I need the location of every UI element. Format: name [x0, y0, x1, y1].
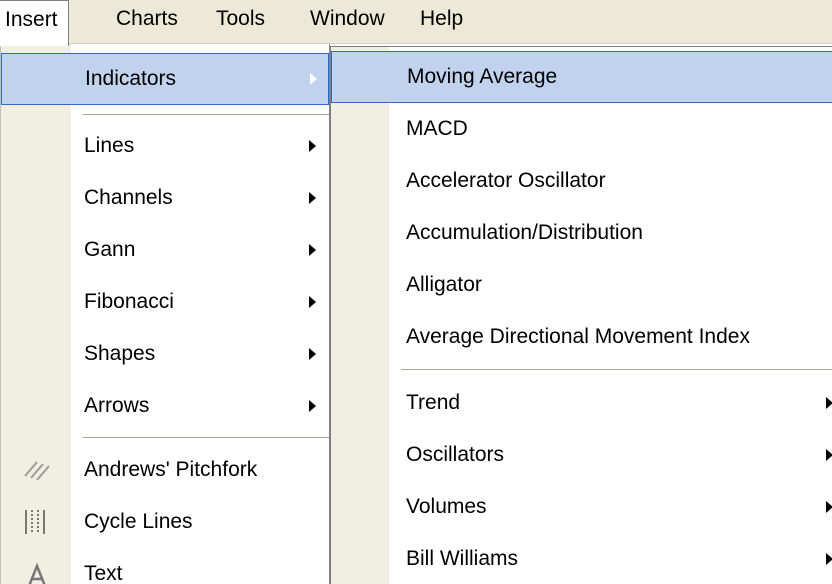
submenu-arrow-icon: [309, 140, 316, 152]
submenu-item-trend[interactable]: Trend: [331, 377, 832, 429]
submenu-item-label: Oscillators: [406, 443, 505, 466]
submenu-item-volumes[interactable]: Volumes: [331, 481, 832, 533]
submenu-arrow-icon: [309, 400, 316, 412]
menu-item-label: Arrows: [84, 394, 150, 417]
menu-item-text[interactable]: Text: [1, 548, 329, 584]
submenu-arrow-icon: [309, 244, 316, 256]
insert-menu: Indicators Lines Channels Gann Fibonacci…: [0, 44, 330, 584]
submenu-item-macd[interactable]: MACD: [331, 103, 832, 155]
menu-item-arrows[interactable]: Arrows: [1, 380, 329, 432]
menu-insert[interactable]: Insert: [0, 0, 69, 46]
submenu-item-label: Accelerator Oscillator: [406, 169, 606, 192]
menu-item-indicators[interactable]: Indicators: [1, 53, 329, 105]
submenu-item-label: MACD: [406, 117, 468, 140]
menu-item-label: Gann: [84, 238, 136, 261]
menu-item-lines[interactable]: Lines: [1, 120, 329, 172]
menu-tools[interactable]: Tools: [206, 0, 275, 44]
submenu-item-label: Trend: [406, 391, 461, 414]
menu-item-label: Indicators: [85, 67, 177, 90]
pitchfork-icon: [21, 454, 53, 486]
submenu-arrow-icon: [826, 501, 832, 513]
menu-item-label: Cycle Lines: [84, 510, 193, 533]
submenu-item-label: Alligator: [406, 273, 482, 296]
menu-window[interactable]: Window: [300, 0, 395, 44]
menu-item-fibonacci[interactable]: Fibonacci: [1, 276, 329, 328]
submenu-arrow-icon: [826, 553, 832, 565]
cycle-lines-icon: [21, 506, 53, 538]
submenu-item-oscillators[interactable]: Oscillators: [331, 429, 832, 481]
submenu-item-alligator[interactable]: Alligator: [331, 259, 832, 311]
menu-item-label: Lines: [84, 134, 135, 157]
submenu-arrow-icon: [310, 73, 317, 85]
menu-separator: [83, 114, 329, 116]
menu-bar: Insert Charts Tools Window Help: [0, 0, 832, 46]
menu-item-shapes[interactable]: Shapes: [1, 328, 329, 380]
menu-separator: [83, 437, 329, 439]
submenu-arrow-icon: [309, 296, 316, 308]
menu-help[interactable]: Help: [410, 0, 473, 44]
submenu-arrow-icon: [309, 348, 316, 360]
text-icon: [21, 558, 53, 584]
submenu-item-average-directional-movement-index[interactable]: Average Directional Movement Index: [331, 311, 832, 363]
submenu-item-bill-williams[interactable]: Bill Williams: [331, 533, 832, 584]
submenu-arrow-icon: [826, 449, 832, 461]
menu-item-label: Text: [84, 562, 123, 584]
submenu-item-accumulation-distribution[interactable]: Accumulation/Distribution: [331, 207, 832, 259]
menu-item-andrews-pitchfork[interactable]: Andrews' Pitchfork: [1, 444, 329, 496]
indicators-submenu: Moving Average MACD Accelerator Oscillat…: [330, 46, 832, 584]
menu-item-label: Channels: [84, 186, 173, 209]
menu-item-gann[interactable]: Gann: [1, 224, 329, 276]
menu-item-label: Shapes: [84, 342, 156, 365]
menu-item-label: Fibonacci: [84, 290, 174, 313]
submenu-item-label: Bill Williams: [406, 547, 518, 570]
submenu-arrow-icon: [309, 192, 316, 204]
menu-item-label: Andrews' Pitchfork: [84, 458, 258, 481]
submenu-separator: [401, 369, 832, 371]
submenu-item-accelerator-oscillator[interactable]: Accelerator Oscillator: [331, 155, 832, 207]
menu-item-channels[interactable]: Channels: [1, 172, 329, 224]
submenu-item-label: Volumes: [406, 495, 487, 518]
submenu-item-label: Moving Average: [407, 65, 558, 88]
submenu-item-label: Accumulation/Distribution: [406, 221, 643, 244]
submenu-item-moving-average[interactable]: Moving Average: [331, 51, 832, 103]
menu-charts[interactable]: Charts: [106, 0, 188, 44]
submenu-item-label: Average Directional Movement Index: [406, 325, 750, 348]
submenu-arrow-icon: [826, 397, 832, 409]
menu-item-cycle-lines[interactable]: Cycle Lines: [1, 496, 329, 548]
